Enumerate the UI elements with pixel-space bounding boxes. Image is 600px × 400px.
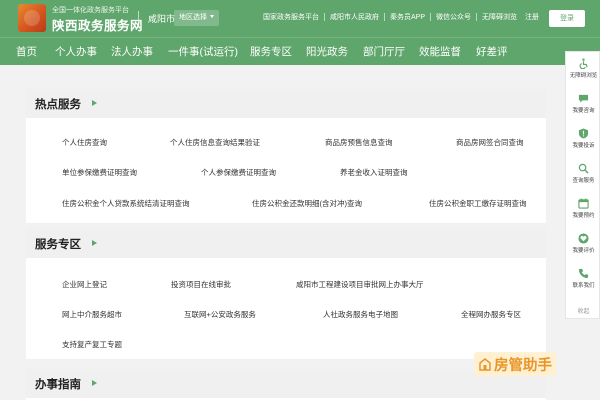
triangle-right-icon [92,100,97,106]
service-link[interactable]: 个人住房信息查询结果验证 [170,137,260,148]
service-link[interactable]: 商品房预售信息查询 [325,137,393,148]
sidebar-item-label: 我要评价 [572,248,595,254]
service-link[interactable]: 住房公积金个人贷款系统结清证明查询 [62,198,190,209]
zone-link[interactable]: 咸阳市工程建设项目审批网上办事大厅 [296,279,424,290]
brand-title[interactable]: 陕西政务服务网 [52,15,143,34]
zone-link[interactable]: 投资项目在线审批 [171,279,231,290]
chevron-down-icon [210,15,214,18]
phone-icon [578,268,589,279]
sidebar-item-complaint[interactable]: 我要投诉 [566,128,600,149]
watermark: 房管助手 [474,352,556,376]
service-link[interactable]: 养老金收入证明查询 [340,167,408,178]
nav-evaluation[interactable]: 好差评 [476,44,508,59]
region-select-button[interactable]: 地区选择 [174,10,219,26]
sidebar-item-appointment[interactable]: 我要预约 [566,198,600,219]
top-links: 国家政务服务平台 咸阳市人民政府 秦务员APP 微信公众号 无障碍浏览 [258,12,522,22]
guide-panel: 办事指南 [26,369,546,400]
login-button[interactable]: 登录 [549,10,585,27]
zone-link[interactable]: 人社政务服务电子地图 [323,309,398,320]
site-logo[interactable] [18,4,46,32]
calendar-icon [578,198,589,209]
register-link[interactable]: 注册 [525,12,539,22]
service-link[interactable]: 个人住房查询 [62,137,107,148]
link-app[interactable]: 秦务员APP [385,12,430,22]
sidebar-item-label: 我要咨询 [572,108,595,114]
zone-link[interactable]: 互联网+公安政务服务 [184,309,256,320]
house-icon [479,358,491,371]
accessibility-icon [579,58,588,69]
section-title: 热点服务 [35,99,81,111]
zone-link[interactable]: 网上中介服务超市 [62,309,122,320]
panel-header: 服务专区 [26,229,546,258]
zone-link[interactable]: 全程网办服务专区 [461,309,521,320]
nav-one-thing[interactable]: 一件事(试运行) [168,44,238,59]
nav-transparency[interactable]: 阳光政务 [306,44,348,59]
sidebar-item-label: 我要投诉 [572,143,595,149]
shield-icon [578,128,589,139]
sidebar-item-consult[interactable]: 我要咨询 [566,93,600,114]
search-icon [578,163,589,174]
brand-subtitle: 全国一体化政务服务平台 [52,7,129,14]
service-link[interactable]: 住房公积金职工缴存证明查询 [429,198,527,209]
sidebar-item-contact[interactable]: 联系我们 [566,268,600,289]
sidebar-item-label: 查询服务 [572,178,595,184]
section-title: 服务专区 [35,239,81,251]
service-link[interactable]: 个人参保缴费证明查询 [201,167,276,178]
floating-sidebar: 无障碍浏览 我要咨询 我要投诉 查询服务 我要预约 我要评价 联系我们 收起 [565,51,600,319]
zone-link[interactable]: 支持复产复工专题 [62,339,122,350]
main-nav: 首页 个人办事 法人办事 一件事(试运行) 服务专区 阳光政务 部门厅厅 效能监… [0,37,600,65]
service-link[interactable]: 单位参保缴费证明查询 [62,167,137,178]
hot-services-panel: 热点服务 个人住房查询 个人住房信息查询结果验证 商品房预售信息查询 商品房网签… [26,89,546,223]
top-bar: 全国一体化政务服务平台 陕西政务服务网 咸阳市 地区选择 国家政务服务平台 咸阳… [0,0,600,37]
link-national-platform[interactable]: 国家政务服务平台 [258,12,324,22]
service-zone-panel: 服务专区 企业网上登记 投资项目在线审批 咸阳市工程建设项目审批网上办事大厅 网… [26,229,546,359]
link-accessibility[interactable]: 无障碍浏览 [477,12,522,22]
section-title: 办事指南 [35,379,81,391]
sidebar-item-evaluation[interactable]: 我要评价 [566,233,600,254]
sidebar-collapse-button[interactable]: 收起 [566,306,600,315]
nav-home[interactable]: 首页 [16,44,37,59]
chat-icon [578,94,589,103]
current-city: 咸阳市 [148,14,176,24]
link-wechat[interactable]: 微信公众号 [431,12,476,22]
sidebar-item-accessibility[interactable]: 无障碍浏览 [566,58,600,79]
heart-icon [578,233,589,244]
watermark-text: 房管助手 [494,357,552,374]
nav-personal[interactable]: 个人办事 [55,44,97,59]
zone-link[interactable]: 企业网上登记 [62,279,107,290]
nav-legal-person[interactable]: 法人办事 [111,44,153,59]
panel-header: 办事指南 [26,369,546,398]
panel-header: 热点服务 [26,89,546,118]
nav-departments[interactable]: 部门厅厅 [363,44,405,59]
header-divider [138,11,139,25]
sidebar-item-label: 我要预约 [572,213,595,219]
nav-supervision[interactable]: 效能监督 [419,44,461,59]
service-link[interactable]: 商品房网签合同查询 [456,137,524,148]
triangle-right-icon [92,240,97,246]
sidebar-item-query[interactable]: 查询服务 [566,163,600,184]
sidebar-item-label: 联系我们 [572,283,595,289]
triangle-right-icon [92,380,97,386]
link-city-government[interactable]: 咸阳市人民政府 [325,12,384,22]
nav-service-zone[interactable]: 服务专区 [250,44,292,59]
service-link[interactable]: 住房公积金还款明细(含对冲)查询 [252,198,362,209]
sidebar-item-label: 无障碍浏览 [569,73,598,79]
region-select-label: 地区选择 [179,14,207,21]
